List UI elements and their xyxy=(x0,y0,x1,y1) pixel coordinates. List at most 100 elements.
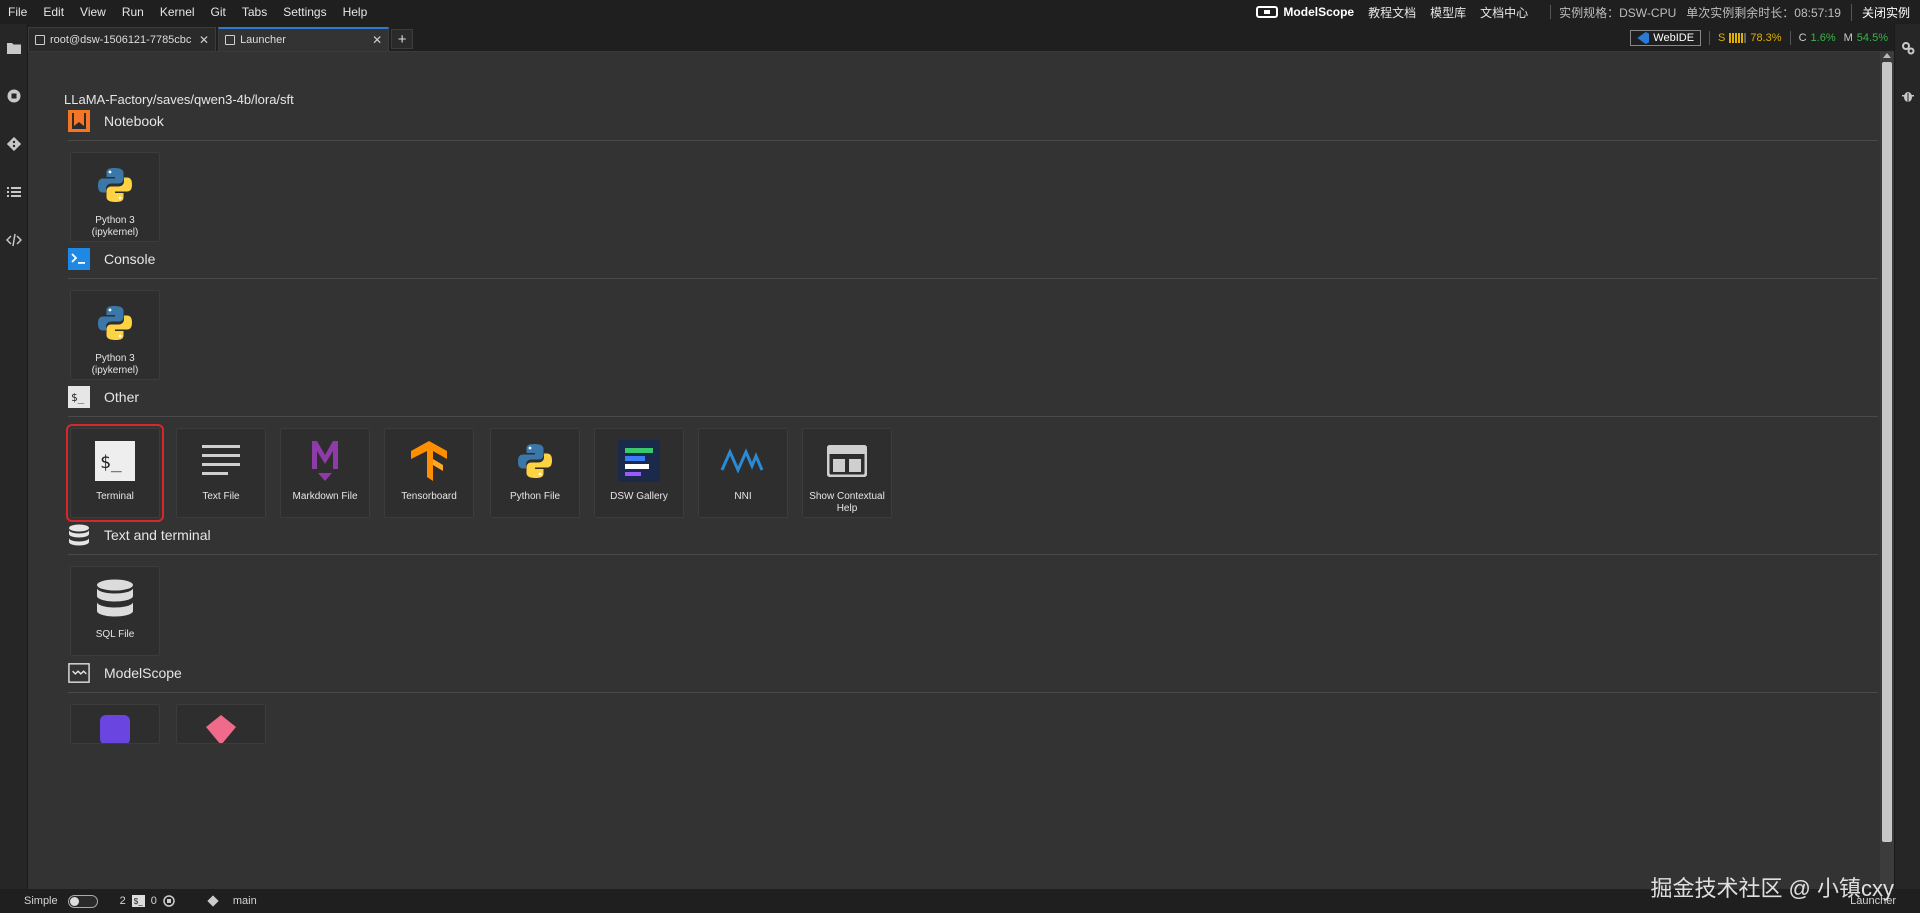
vscode-icon xyxy=(1637,32,1650,44)
modelscope-card[interactable] xyxy=(70,704,160,744)
git-branch[interactable]: main xyxy=(207,895,257,907)
menu-edit[interactable]: Edit xyxy=(35,0,72,24)
divider xyxy=(1550,5,1552,19)
scrollbar[interactable] xyxy=(1880,52,1894,889)
storage-label: S xyxy=(1718,32,1726,44)
menu-run[interactable]: Run xyxy=(114,0,152,24)
terminal-card[interactable]: $_ Terminal xyxy=(66,424,164,522)
close-icon[interactable]: ✕ xyxy=(372,33,382,47)
divider xyxy=(1709,31,1711,45)
webide-label: WebIDE xyxy=(1653,32,1695,44)
tutorial-docs-link[interactable]: 教程文档 xyxy=(1368,4,1416,21)
document-tab-bar: root@dsw-1506121-7785cbc ✕ Launcher ✕ + … xyxy=(28,24,1894,52)
python-icon xyxy=(511,437,559,485)
gears-icon xyxy=(1902,42,1915,55)
markdown-file-card[interactable]: Markdown File xyxy=(280,428,370,518)
card-label: NNI xyxy=(734,491,752,502)
terminal-section-icon: $_ xyxy=(68,386,90,408)
menu-file[interactable]: File xyxy=(0,0,35,24)
contextual-help-card[interactable]: Show Contextual Help xyxy=(802,428,892,518)
modelscope-logo[interactable]: ModelScope xyxy=(1256,5,1354,19)
top-menu-bar: File Edit View Run Kernel Git Tabs Setti… xyxy=(0,0,1920,24)
running-sessions[interactable]: 2 $_ 0 xyxy=(120,895,175,907)
sql-file-card[interactable]: SQL File xyxy=(70,566,160,656)
running-tab[interactable] xyxy=(0,72,28,120)
memory-label: M xyxy=(1843,32,1853,44)
section-notebook: Notebook xyxy=(68,110,1878,141)
scrollbar-thumb[interactable] xyxy=(1882,62,1892,842)
tensorflow-icon xyxy=(405,437,453,485)
text-file-card[interactable]: Text File xyxy=(176,428,266,518)
section-divider xyxy=(68,140,1878,141)
close-instance-button[interactable]: 关闭实例 xyxy=(1850,3,1920,21)
git-tab[interactable] xyxy=(0,120,28,168)
python-icon xyxy=(91,299,139,347)
menu-help[interactable]: Help xyxy=(335,0,376,24)
tab-launcher[interactable]: Launcher ✕ xyxy=(218,27,390,51)
menu-git[interactable]: Git xyxy=(203,0,234,24)
tensorboard-card[interactable]: Tensorboard xyxy=(384,428,474,518)
tab-terminal[interactable]: root@dsw-1506121-7785cbc ✕ xyxy=(28,27,217,51)
code-snippets-tab[interactable] xyxy=(0,216,28,264)
section-modelscope: ModelScope xyxy=(68,662,1878,693)
new-launcher-button[interactable]: + xyxy=(391,29,414,49)
cpu-metric: C 1.6% xyxy=(1799,32,1836,44)
remaining-time: 单次实例剩余时长：08:57:19 xyxy=(1686,5,1841,20)
terminal-tab-icon xyxy=(35,34,45,45)
nni-card[interactable]: NNI xyxy=(698,428,788,518)
svg-text:$_: $_ xyxy=(100,452,122,473)
card-label: Python File xyxy=(509,491,561,502)
right-sidebar xyxy=(1894,24,1920,889)
section-title: Console xyxy=(104,251,156,267)
contextual-help-icon xyxy=(823,437,871,485)
menu-view[interactable]: View xyxy=(72,0,114,24)
terminal-icon: $_ xyxy=(131,895,145,907)
kernel-count: 0 xyxy=(150,895,157,907)
storage-value: 78.3% xyxy=(1750,32,1782,44)
menu-kernel[interactable]: Kernel xyxy=(152,0,203,24)
modelscope-section-icon xyxy=(68,662,90,684)
card-label: Markdown File xyxy=(292,491,358,502)
webide-button[interactable]: WebIDE xyxy=(1630,30,1702,46)
section-divider xyxy=(68,278,1878,279)
tab-label: Launcher xyxy=(240,34,286,46)
cpu-label: C xyxy=(1798,32,1807,44)
memory-value: 54.5% xyxy=(1856,32,1888,44)
dsw-gallery-card[interactable]: DSW Gallery xyxy=(594,428,684,518)
terminal-icon: $_ xyxy=(91,437,139,485)
launcher-panel: LLaMA-Factory/saves/qwen3-4b/lora/sft No… xyxy=(28,52,1894,889)
section-other: $_ Other xyxy=(68,386,1878,417)
close-icon[interactable]: ✕ xyxy=(199,33,209,47)
section-title: ModelScope xyxy=(104,665,182,681)
top-right-area: ModelScope 教程文档 模型库 文档中心 实例规格：DSW-CPU 单次… xyxy=(1256,0,1920,24)
table-of-contents-tab[interactable] xyxy=(0,168,28,216)
modelscope-logo-icon xyxy=(1256,6,1279,18)
database-section-icon xyxy=(68,524,90,546)
docs-center-link[interactable]: 文档中心 xyxy=(1480,4,1528,21)
section-title: Notebook xyxy=(104,113,164,129)
card-label: Text File xyxy=(202,491,240,502)
card-label: Terminal xyxy=(96,491,134,502)
property-inspector-tab[interactable] xyxy=(1895,24,1920,72)
python-icon xyxy=(91,161,139,209)
simple-mode-toggle[interactable] xyxy=(67,894,98,908)
gallery-icon xyxy=(615,437,663,485)
modelscope-card[interactable] xyxy=(176,704,266,744)
file-browser-tab[interactable] xyxy=(0,24,28,72)
model-library-link[interactable]: 模型库 xyxy=(1430,4,1466,21)
resource-widgets: WebIDE S 78.3% C 1.6% M 54.5% xyxy=(1630,28,1888,48)
scroll-up-icon[interactable] xyxy=(1883,53,1891,58)
notebook-python3-card[interactable]: Python 3 (ipykernel) xyxy=(70,152,160,242)
console-python3-card[interactable]: Python 3 (ipykernel) xyxy=(70,290,160,380)
menu-settings[interactable]: Settings xyxy=(275,0,334,24)
section-console: Console xyxy=(68,248,1878,279)
card-label: SQL File xyxy=(95,629,135,640)
status-bar: Simple 2 $_ 0 main Launcher xyxy=(0,889,1920,913)
section-title: Text and terminal xyxy=(104,527,211,543)
python-file-card[interactable]: Python File xyxy=(490,428,580,518)
debugger-tab[interactable] xyxy=(1895,72,1920,120)
card-label: Python 3 (ipykernel) xyxy=(91,353,139,376)
storage-bars-icon xyxy=(1729,33,1747,43)
menu-tabs[interactable]: Tabs xyxy=(234,0,275,24)
launcher-path: LLaMA-Factory/saves/qwen3-4b/lora/sft xyxy=(64,92,294,107)
